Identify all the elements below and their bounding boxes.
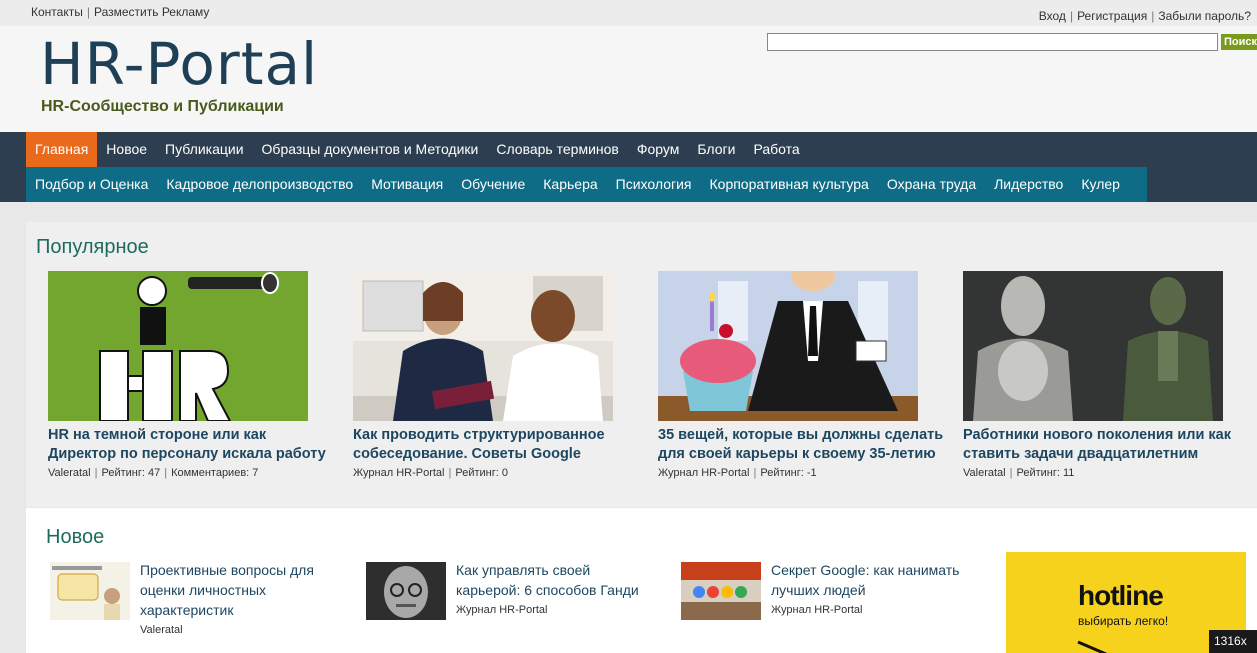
site-logo[interactable]: HR-Portal — [40, 30, 318, 98]
new-item-thumbnail[interactable] — [50, 562, 130, 620]
topic-motivation[interactable]: Мотивация — [362, 167, 452, 202]
popular-card: 35 вещей, которые вы должны сделать для … — [658, 271, 948, 479]
nav-item-documents[interactable]: Образцы документов и Методики — [253, 132, 488, 167]
register-link[interactable]: Регистрация — [1077, 9, 1147, 23]
top-left-links: Контакты | Разместить Рекламу — [31, 5, 209, 19]
article-thumbnail[interactable] — [48, 271, 308, 421]
search-input[interactable] — [767, 33, 1218, 51]
article-author[interactable]: Журнал HR-Portal — [353, 467, 444, 479]
popular-card: Работники нового поколения или как стави… — [963, 271, 1253, 479]
article-rating: Рейтинг: 0 — [455, 467, 508, 479]
topic-safety[interactable]: Охрана труда — [878, 167, 985, 202]
nav-item-glossary[interactable]: Словарь терминов — [487, 132, 628, 167]
separator: | — [1009, 467, 1013, 479]
contacts-link[interactable]: Контакты — [31, 5, 83, 19]
article-meta: Журнал HR-Portal | Рейтинг: 0 — [353, 467, 643, 479]
nav-item-new[interactable]: Новое — [97, 132, 156, 167]
article-rating: Рейтинг: 47 — [101, 467, 161, 479]
new-item-text: Секрет Google: как нанимать лучших людей… — [771, 560, 971, 616]
forgot-password-link[interactable]: Забыли пароль? — [1158, 9, 1251, 23]
new-item-text: Как управлять своей карьерой: 6 способов… — [456, 560, 656, 616]
article-comments[interactable]: Комментариев: 7 — [171, 467, 258, 479]
article-meta: Журнал HR-Portal | Рейтинг: -1 — [658, 467, 948, 479]
nav-item-blogs[interactable]: Блоги — [688, 132, 744, 167]
article-title[interactable]: Работники нового поколения или как стави… — [963, 426, 1253, 464]
nav-item-forum[interactable]: Форум — [628, 132, 689, 167]
ad-arrow-icon — [1077, 640, 1107, 653]
advertise-link[interactable]: Разместить Рекламу — [94, 5, 209, 19]
main-nav: Главная Новое Публикации Образцы докумен… — [0, 132, 1257, 167]
size-badge: 1316x — [1209, 630, 1257, 653]
article-thumbnail[interactable] — [658, 271, 918, 421]
article-thumbnail[interactable] — [353, 271, 613, 421]
popular-section: Популярное HR на темной стороне или как … — [26, 222, 1257, 507]
new-item-title[interactable]: Как управлять своей карьерой: 6 способов… — [456, 560, 656, 600]
nav-item-jobs[interactable]: Работа — [744, 132, 808, 167]
topic-recruitment[interactable]: Подбор и Оценка — [26, 167, 157, 202]
separator: | — [1151, 9, 1155, 23]
article-author[interactable]: Valeratal — [48, 467, 91, 479]
topic-leadership[interactable]: Лидерство — [985, 167, 1072, 202]
topic-cooler[interactable]: Кулер — [1072, 167, 1129, 202]
new-item-author[interactable]: Valeratal — [140, 624, 340, 636]
hr-spyglass-illustration — [48, 271, 308, 421]
article-title[interactable]: Как проводить структурированное собеседо… — [353, 426, 643, 464]
slide-thumbnail — [50, 562, 130, 620]
new-item-title[interactable]: Проективные вопросы для оценки личностны… — [140, 560, 340, 620]
ad-brand: hotline — [1078, 580, 1164, 611]
topic-hr-records[interactable]: Кадровое делопроизводство — [157, 167, 362, 202]
search-button[interactable]: Поиск — [1221, 34, 1257, 50]
topic-career[interactable]: Карьера — [534, 167, 606, 202]
article-title[interactable]: HR на темной стороне или как Директор по… — [48, 426, 338, 464]
separator: | — [94, 467, 98, 479]
cupcake-illustration — [658, 271, 918, 421]
robots-photo — [963, 271, 1223, 421]
new-item-author[interactable]: Журнал HR-Portal — [456, 604, 656, 616]
popular-title: Популярное — [36, 236, 149, 258]
topic-nav-bar: Подбор и Оценка Кадровое делопроизводств… — [26, 167, 1147, 202]
site-tagline: HR-Сообщество и Публикации — [41, 98, 284, 115]
separator: | — [1069, 9, 1074, 23]
article-author[interactable]: Valeratal — [963, 467, 1006, 479]
separator: | — [164, 467, 168, 479]
separator: | — [753, 467, 757, 479]
top-right-links: Вход | Регистрация | Забыли пароль? — [1039, 9, 1251, 23]
google-office-photo — [681, 562, 761, 620]
site-header: HR-Portal HR-Сообщество и Публикации Пои… — [0, 26, 1257, 132]
article-meta: Valeratal | Рейтинг: 11 — [963, 467, 1253, 479]
new-item-thumbnail[interactable] — [681, 562, 761, 620]
nav-item-publications[interactable]: Публикации — [156, 132, 252, 167]
new-item-text: Проективные вопросы для оценки личностны… — [140, 560, 340, 636]
separator: | — [86, 5, 90, 19]
nav-item-home[interactable]: Главная — [26, 132, 98, 167]
article-rating: Рейтинг: -1 — [760, 467, 817, 479]
login-link[interactable]: Вход — [1039, 9, 1066, 23]
interview-photo — [353, 271, 613, 421]
article-rating: Рейтинг: 11 — [1016, 467, 1075, 479]
new-item-thumbnail[interactable] — [366, 562, 446, 620]
separator: | — [448, 467, 452, 479]
article-author[interactable]: Журнал HR-Portal — [658, 467, 749, 479]
article-meta: Valeratal | Рейтинг: 47 | Комментариев: 7 — [48, 467, 338, 479]
article-title[interactable]: 35 вещей, которые вы должны сделать для … — [658, 426, 948, 464]
topic-nav: Подбор и Оценка Кадровое делопроизводств… — [0, 167, 1257, 202]
topic-training[interactable]: Обучение — [452, 167, 534, 202]
popular-card: Как проводить структурированное собеседо… — [353, 271, 643, 479]
article-thumbnail[interactable] — [963, 271, 1223, 421]
new-item-title[interactable]: Секрет Google: как нанимать лучших людей — [771, 560, 971, 600]
top-bar: Контакты | Разместить Рекламу Вход | Регистр… — [0, 0, 1257, 26]
gandhi-photo — [366, 562, 446, 620]
new-title: Новое — [46, 526, 105, 548]
ad-slogan: выбирать легко! — [1078, 614, 1169, 628]
topic-corporate-culture[interactable]: Корпоративная культура — [701, 167, 878, 202]
topic-psychology[interactable]: Психология — [607, 167, 701, 202]
new-item-author[interactable]: Журнал HR-Portal — [771, 604, 971, 616]
popular-card: HR на темной стороне или как Директор по… — [48, 271, 338, 479]
